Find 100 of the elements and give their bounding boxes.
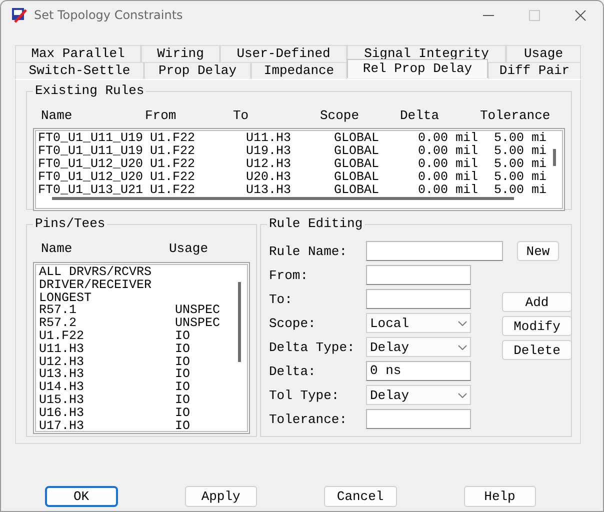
column-header: Scope (320, 107, 360, 125)
list-cell-text: FT0_U1_U11_U19 (38, 132, 144, 145)
field-label: Tol Type: (269, 388, 340, 402)
list-cell-text: 5.00 mi (494, 158, 548, 171)
tab[interactable]: Usage (506, 45, 581, 62)
chevron-down-icon (458, 344, 467, 350)
list-item[interactable]: U11.H3 (39, 342, 175, 356)
list-cell-text: U1.F22 (150, 158, 196, 171)
input-field[interactable] (366, 409, 471, 429)
column-header: Name (41, 107, 74, 125)
list-cell-text: GLOBAL (334, 171, 380, 184)
pins-list[interactable]: ALL DRVRS/RCVRS DRIVER/RECEIVER LONGEST R57.1 UNSPEC R57.2 UNSPEC U1.F22 IO U11.H3 IO U12.H3 IO U13.H3 IO U14.H3 IO U15.H3 IO U16.H3 IO U17.H3 IO (33, 262, 250, 434)
input-field[interactable] (366, 289, 471, 309)
dropdown[interactable]: Local (366, 313, 471, 333)
list-item[interactable]: U12.H3 (39, 356, 175, 369)
list-cell-text: 5.00 mi (494, 184, 548, 197)
tab[interactable]: Impedance (251, 62, 347, 79)
input-field[interactable]: 0 ns (366, 361, 471, 381)
column-header: To (233, 107, 250, 125)
column-header: Tolerance (480, 107, 552, 125)
list-item[interactable]: U16.H3 (39, 406, 175, 420)
field-label: Delta Type: (269, 340, 356, 354)
field-label: To: (269, 292, 294, 306)
tab[interactable]: Diff Pair (488, 62, 581, 79)
column-header: From (145, 107, 178, 125)
list-cell-text: IO (175, 406, 192, 420)
list-cell-text: IO (175, 394, 192, 407)
list-cell-text: U1.F22 (150, 145, 196, 158)
group-title: Existing Rules (33, 83, 146, 99)
list-cell-text: 0.00 mil (418, 145, 480, 158)
list-cell-text: IO (175, 381, 192, 394)
list-cell-text: U11.H3 (246, 132, 292, 145)
tab[interactable]: Wiring (141, 45, 220, 62)
list-item[interactable]: LONGEST (39, 292, 175, 305)
list-cell-text: GLOBAL (334, 158, 380, 171)
list-cell-text: 0.00 mil (418, 184, 480, 197)
close-icon[interactable] (574, 10, 586, 20)
rules-list[interactable] (33, 128, 565, 211)
list-cell-text: 5.00 mi (494, 132, 548, 145)
list-cell-text: IO (175, 342, 192, 356)
list-cell-text: GLOBAL (334, 145, 380, 158)
list-cell-text: U13.H3 (246, 184, 292, 197)
list-cell-text: 5.00 mi (494, 145, 548, 158)
list-cell-text: FT0_U1_U13_U21 (38, 184, 144, 197)
field-label: Tolerance: (269, 412, 348, 426)
tab[interactable]: Prop Delay (144, 62, 251, 79)
chevron-down-icon (458, 392, 467, 398)
list-cell-text: UNSPEC (175, 304, 222, 318)
dropdown[interactable]: Delay (366, 337, 471, 357)
list-cell-text: UNSPEC (175, 317, 222, 330)
app-icon (11, 7, 27, 23)
dialog-button[interactable]: Apply (184, 486, 258, 507)
list-cell-text: FT0_U1_U11_U19 (38, 145, 144, 158)
list-cell-text: IO (175, 330, 192, 343)
list-item[interactable]: U13.H3 (39, 368, 175, 382)
list-item[interactable]: U1.F22 (39, 330, 175, 343)
list-item[interactable]: U14.H3 (39, 381, 175, 394)
field-label: From: (269, 268, 310, 282)
scrollbar-thumb[interactable] (52, 197, 514, 200)
list-cell-text: GLOBAL (334, 132, 380, 145)
list-cell-text: FT0_U1_U12_U20 (38, 158, 144, 171)
list-cell-text: U19.H3 (246, 145, 292, 158)
tab[interactable]: Switch-Settle (15, 62, 144, 79)
tab[interactable]: User-Defined (220, 45, 347, 62)
list-cell-text: U1.F22 (150, 171, 196, 184)
list-cell-text: GLOBAL (334, 184, 380, 197)
dropdown[interactable]: Delay (366, 385, 471, 405)
list-item[interactable]: U17.H3 (39, 420, 175, 433)
list-cell-text: 5.00 mi (494, 171, 548, 184)
input-field[interactable] (366, 265, 471, 285)
scrollbar-thumb[interactable] (238, 282, 241, 362)
list-item[interactable]: R57.1 (39, 304, 175, 318)
list-cell-text: IO (175, 356, 192, 369)
list-cell-text: 0.00 mil (418, 171, 480, 184)
list-cell-text: IO (175, 368, 192, 382)
list-cell-text: U1.F22 (150, 132, 196, 145)
list-item[interactable]: U15.H3 (39, 394, 175, 407)
list-item[interactable]: DRIVER/RECEIVER (39, 278, 175, 292)
input-field[interactable] (366, 241, 503, 261)
dialog-button[interactable]: OK (45, 486, 118, 507)
list-item[interactable]: R57.2 (39, 317, 175, 330)
column-header: Name (41, 240, 74, 258)
dialog-button[interactable]: Help (464, 486, 536, 507)
list-cell-text: U12.H3 (246, 158, 292, 171)
action-button[interactable]: Delete (502, 340, 572, 360)
action-button[interactable]: Add (502, 292, 572, 312)
list-cell-text: U20.H3 (246, 171, 292, 184)
list-cell-text: 0.00 mil (418, 132, 480, 145)
action-button[interactable]: Modify (502, 316, 572, 336)
scrollbar-thumb[interactable] (553, 149, 556, 166)
new-button[interactable]: New (517, 241, 559, 261)
tab[interactable]: Max Parallel (15, 45, 141, 62)
column-header: Usage (169, 240, 210, 258)
group-title: Rule Editing (267, 216, 365, 232)
tab[interactable]: Rel Prop Delay (347, 59, 488, 78)
list-cell-text: IO (175, 420, 192, 433)
field-label: Delta: (269, 364, 317, 378)
list-item[interactable]: ALL DRVRS/RCVRS (39, 266, 175, 279)
field-label: Scope: (269, 316, 317, 330)
dialog-button[interactable]: Cancel (324, 486, 397, 507)
